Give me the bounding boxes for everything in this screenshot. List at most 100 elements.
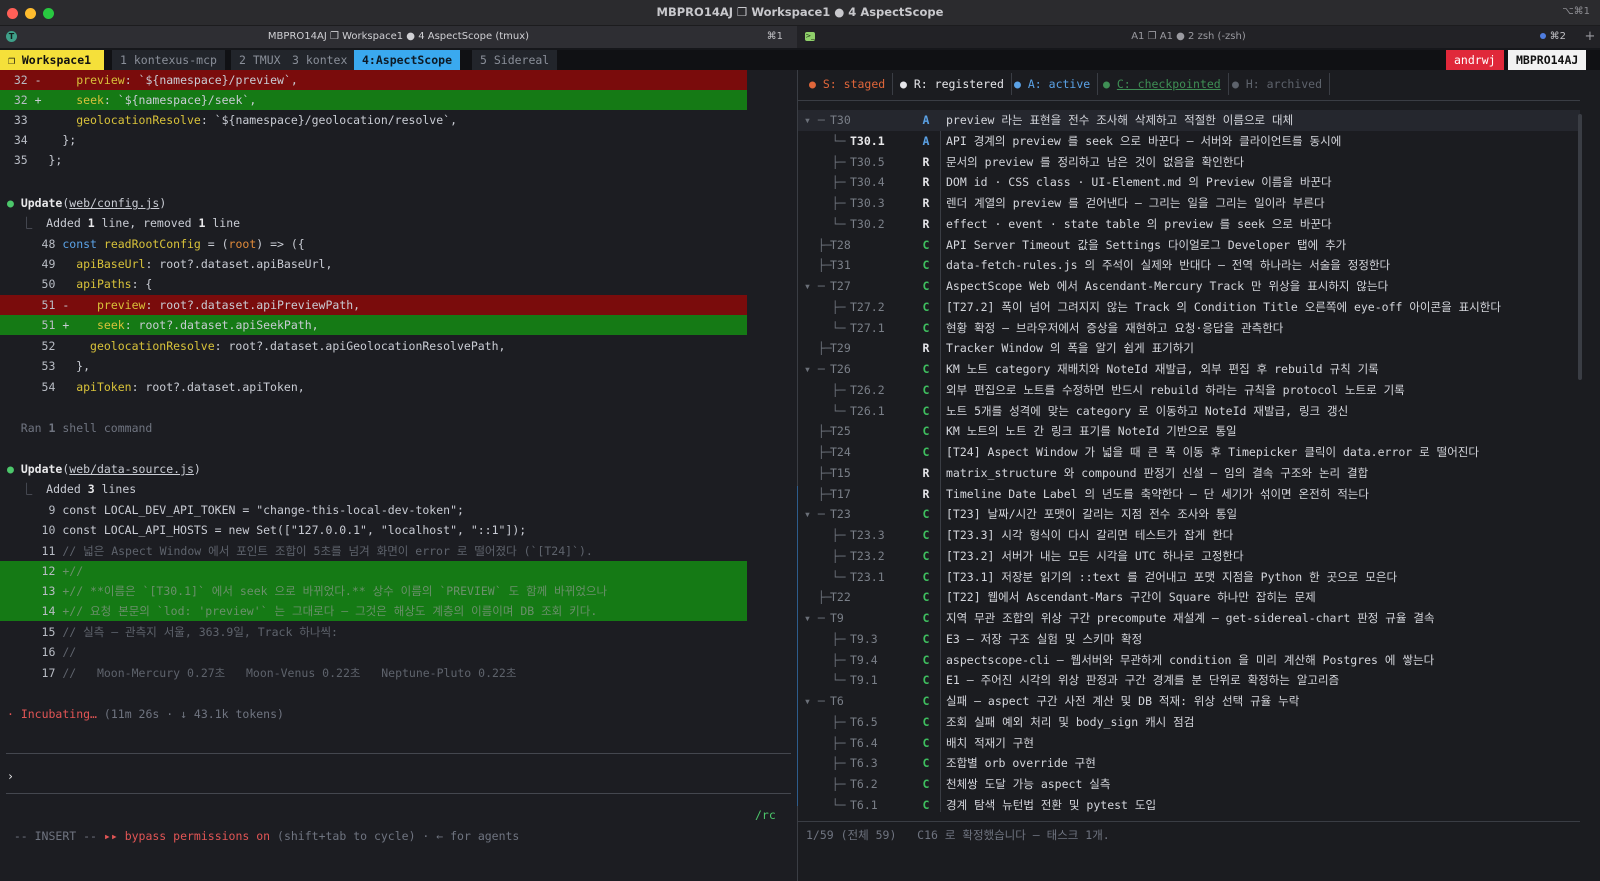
task-row[interactable]: └─ T30.2 Reffect · event · state table 의 p…	[798, 214, 1580, 235]
task-status: C	[922, 320, 930, 335]
task-row[interactable]: ▾ ─ T6 C 실패 — aspect 구간 사전 계산 및 DB 적재: 위상 선…	[798, 691, 1580, 712]
task-row[interactable]: ├─ T23.3 C [T23.3] 시각 형식이 다시 갈리면 테스트가 잡게 한다	[798, 525, 1580, 546]
prompt-input[interactable]: ›	[0, 766, 797, 786]
diff-line: 49 apiBaseUrl: root?.dataset.apiBaseUrl,	[41, 257, 333, 271]
tree-branch: ├─	[804, 465, 832, 480]
mode-line: -- INSERT -- ▸▸ bypass permissions on (s…	[13, 829, 520, 843]
task-id: T26	[830, 362, 851, 376]
task-status: A	[922, 113, 930, 127]
status-dot-icon: ●	[1103, 77, 1110, 91]
task-title: AspectScope Web 에서 Ascendant-Mercury Tra…	[946, 279, 1389, 293]
activity-dot-icon	[1539, 33, 1546, 39]
task-title: [T23.2] 서버가 내는 모든 시각을 UTC 하나로 고정한다	[946, 548, 1244, 563]
task-row[interactable]: ├─ T6.4 C 배치 적재기 구현	[798, 733, 1580, 754]
task-id: T27.2	[850, 299, 885, 314]
tmux-window-2[interactable]: 2 TMUX	[231, 50, 289, 70]
diff-line: 54 apiToken: root?.dataset.apiToken,	[41, 380, 305, 394]
diff-line-comment: 15 // 실측 — 관측지 서울, 363.9일, Track 하나씩:	[41, 625, 338, 639]
task-row[interactable]: ├─ T28 C API Server Timeout 값을 Settings 다이얼…	[798, 235, 1580, 256]
tree-branch: ▾ ─	[804, 362, 825, 376]
tmux-window-5[interactable]: 5 Sidereal	[472, 50, 558, 70]
task-row[interactable]: └─ T27.1 C 현황 확정 — 브라우저에서 증상을 재현하고 요청·응답을 관…	[798, 318, 1580, 339]
task-title: 외부 편집으로 노트를 수정하면 반드시 rebuild 하라는 규칙을 pro…	[946, 382, 1405, 397]
task-status: C	[922, 382, 930, 397]
task-title: [T22] 웹에서 Ascendant-Mars 구간이 Square 하나만 …	[946, 590, 1316, 605]
diff-line-comment: 11 // 넓은 Aspect Window 에서 포인트 조합이 5초를 넘겨…	[41, 544, 593, 558]
task-title: 배치 적재기 구현	[946, 735, 1034, 750]
task-row[interactable]: ├─ T9.3 C E3 — 저장 구조 실험 및 스키마 확정	[798, 629, 1580, 650]
task-row[interactable]: └─ T9.1 C E1 — 주어진 시각의 위상 판정과 구간 경계를 분 단위로 …	[798, 670, 1580, 691]
task-id: T28	[830, 237, 851, 252]
diff-line: 10 const LOCAL_API_HOSTS = new Set(["127…	[41, 523, 527, 537]
task-row[interactable]: ├─ T15 Rmatrix_structure 와 compound 판정기 신설…	[798, 463, 1580, 484]
task-row[interactable]: └─ T6.1 C 경계 탐색 뉴턴법 전환 및 pytest 도입	[798, 795, 1580, 816]
task-status: R	[922, 341, 930, 356]
task-row[interactable]: └─ T23.1 C [T23.1] 저장분 읽기의 ::text 를 걷어내고 포맷…	[798, 567, 1580, 588]
task-row[interactable]: ▾ ─ T23 C [T23] 날짜/시간 포맷이 갈리는 지점 전수 조사와 통일	[798, 504, 1580, 525]
task-row[interactable]: ├─ T9.4 Caspectscope-cli — 웹서버와 무관하게 condi…	[798, 650, 1580, 671]
task-title: API 경계의 preview 를 seek 으로 바꾼다 — 서버와 클라이언…	[946, 133, 1342, 148]
task-id: T30.3	[850, 196, 885, 210]
task-id: T24	[830, 445, 851, 459]
task-row[interactable]: ├─ T26.2 C 외부 편집으로 노트를 수정하면 반드시 rebuild 하라는…	[798, 380, 1580, 401]
tmux-user: andrwj	[1446, 50, 1504, 70]
tree-branch: ▾ ─	[804, 694, 825, 708]
diff-line: 34 };	[13, 133, 77, 147]
tool-call-update-config: ● Update(web/config.js)	[6, 196, 167, 210]
task-row[interactable]: ├─ T31 Cdata-fetch-rules.js 의 주석이 실제와 반대다 …	[798, 255, 1580, 276]
status-dot-icon: ●	[1232, 77, 1239, 91]
task-id: T30.1	[850, 133, 885, 148]
tree-branch: ├─	[804, 237, 832, 252]
task-status: C	[922, 652, 930, 667]
task-row[interactable]: ├─ T30.5 R 문서의 preview 를 정리하고 남은 것이 없음을 확인한…	[798, 152, 1580, 173]
task-row[interactable]: └─ T26.1 C 노트 5개를 성격에 맞는 category 로 이동하고 No…	[798, 401, 1580, 422]
task-title: E1 — 주어진 시각의 위상 판정과 구간 경계를 분 단위로 확정하는 알고…	[946, 673, 1340, 688]
task-row[interactable]: ├─ T6.2 C 천체쌍 도달 가능 aspect 실측	[798, 774, 1580, 795]
task-id: T30.2	[850, 216, 885, 231]
task-row[interactable]: ├─ T23.2 C [T23.2] 서버가 내는 모든 시각을 UTC 하나로 고정…	[798, 546, 1580, 567]
tab-tmux-session[interactable]: T MBPRO14AJ ❐ Workspace1 ● 4 AspectScope…	[0, 26, 797, 48]
task-row[interactable]: ▾ ─ T27 C AspectScope Web 에서 Ascendant-Merc…	[798, 276, 1580, 297]
diff-line: 48 const readRootConfig = (root) => ({	[41, 237, 305, 251]
task-row[interactable]: ▾ ─ T26 C KM 노트 category 재배치와 NoteId 재발급, 외…	[798, 359, 1580, 380]
task-row[interactable]: ├─ T22 C [T22] 웹에서 Ascendant-Mars 구간이 Squar…	[798, 587, 1580, 608]
task-id: T9.3	[850, 631, 878, 646]
task-row[interactable]: ├─ T30.3 R 렌더 계열의 preview 를 걷어낸다 — 그리는 일을 그…	[798, 193, 1580, 214]
task-footer-status: 1/59 (전체 59) C16 로 확정했습니다 — 태스크 1개.	[806, 828, 1110, 842]
diff-line: 52 geolocationResolve: root?.dataset.api…	[41, 339, 506, 353]
task-row[interactable]: ├─ T25 C KM 노트의 노트 간 링크 표기를 NoteId 기반으로 통일	[798, 421, 1580, 442]
task-id: T27.1	[850, 320, 885, 335]
task-title: KM 노트 category 재배치와 NoteId 재발급, 외부 편집 후 …	[946, 362, 1379, 376]
legend-label: A: active	[1027, 77, 1091, 91]
task-list-scrollbar[interactable]	[1578, 114, 1582, 380]
tab-zsh-session[interactable]: >_ A1 ❐ A1 ● 2 zsh (-zsh) ⌘2	[797, 26, 1580, 48]
task-row[interactable]: ├─ T27.2 C [T27.2] 폭이 넘어 그려지지 않는 Track 의 Co…	[798, 297, 1580, 318]
legend-separator	[798, 100, 1580, 101]
diff-line-added: 32 + seek: `${namespace}/seek`,	[0, 90, 747, 110]
task-row[interactable]: └─ T30.1 A API 경계의 preview 를 seek 으로 바꾼다 — …	[798, 131, 1580, 152]
tmux-window-1[interactable]: 1 kontexus-mcp	[112, 50, 225, 70]
tool-call-summary: ⎿ Added 3 lines	[20, 482, 137, 496]
task-title: [T23.1] 저장분 읽기의 ::text 를 걷어내고 포맷 지점을 Pyt…	[946, 569, 1398, 584]
task-row[interactable]: ├─ T29 R Tracker Window 의 폭을 알기 쉽게 표기하기	[798, 338, 1580, 359]
task-row[interactable]: ▾ ─ T9 C 지역 무관 조합의 위상 구간 precompute 재설계 — g…	[798, 608, 1580, 629]
task-row[interactable]: ▾ ─ T30 Apreview 라는 표현을 전수 조사해 삭제하고 적절한 이름…	[798, 110, 1580, 131]
task-status: A	[922, 133, 930, 148]
task-status: C	[922, 299, 930, 314]
task-id: T23.2	[850, 548, 885, 563]
task-row[interactable]: ├─ T6.5 C 조회 실패 예외 처리 및 body_sign 캐시 점검	[798, 712, 1580, 733]
task-row[interactable]: ├─ T24 C [T24] Aspect Window 가 넓을 때 큰 폭 이동 …	[798, 442, 1580, 463]
task-row[interactable]: ├─ T6.3 C 조합별 orb override 구현	[798, 753, 1580, 774]
task-id: T26.2	[850, 382, 885, 397]
task-row[interactable]: ├─ T17 R Timeline Date Label 의 년도를 축약한다 — 단…	[798, 484, 1580, 505]
new-tab-button[interactable]: +	[1580, 26, 1600, 48]
task-row[interactable]: ├─ T30.4 R DOM id · CSS class · UI-Element.…	[798, 172, 1580, 193]
tmux-window-4-active[interactable]: 4:AspectScope	[354, 50, 461, 70]
task-status: R	[922, 154, 930, 169]
success-dot-icon: ●	[6, 196, 14, 210]
diff-line-removed: 32 - preview: `${namespace}/preview`,	[0, 70, 747, 90]
task-title: 렌더 계열의 preview 를 걷어낸다 — 그리는 일을 그리는 일이라 부…	[946, 196, 1325, 210]
tmux-window-3[interactable]: 3 kontex	[284, 50, 356, 70]
task-title: Timeline Date Label 의 년도를 축약한다 — 단 세기가 섞…	[946, 486, 1369, 501]
status-line: · Incubating… (11m 26s · ↓ 43.1k tokens)	[6, 707, 284, 721]
